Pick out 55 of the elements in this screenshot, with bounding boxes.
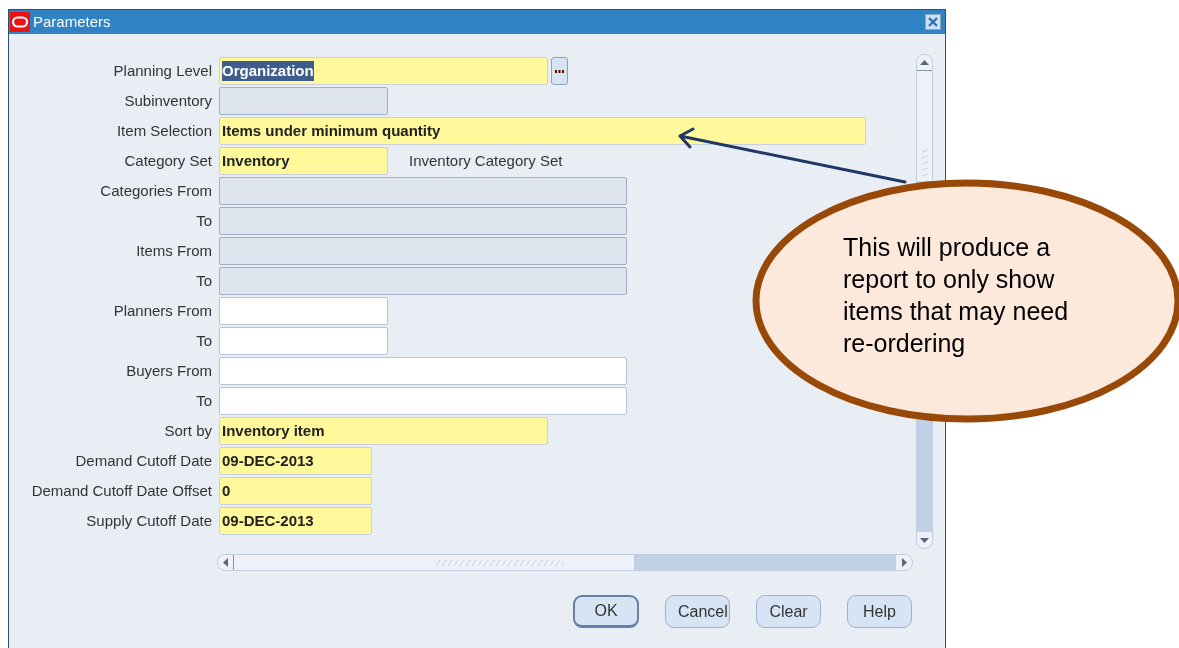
field-value: 09-DEC-2013 — [222, 451, 314, 471]
close-button[interactable] — [925, 14, 941, 30]
field-label: Items From — [135, 240, 213, 261]
grip-icon — [919, 149, 930, 179]
field-label: To — [195, 270, 213, 291]
input-field[interactable] — [219, 387, 627, 415]
field-label: Sort by — [163, 420, 213, 441]
input-field[interactable]: 0 — [219, 477, 372, 505]
field-value: 0 — [222, 481, 231, 501]
input-field[interactable]: 09-DEC-2013 — [219, 447, 372, 475]
field-value: Inventory — [222, 151, 290, 171]
field-label: Categories From — [99, 180, 213, 201]
input-field[interactable]: Inventory — [219, 147, 388, 175]
dialog-button[interactable]: Help — [847, 595, 912, 628]
dialog-button[interactable]: Cancel — [665, 595, 730, 628]
dialog-button[interactable]: OK — [573, 595, 639, 628]
field-label: To — [195, 330, 213, 351]
ellipsis-icon — [555, 69, 564, 73]
scroll-down-icon — [920, 537, 929, 543]
field-value: Items under minimum quantity — [222, 121, 441, 141]
input-field[interactable] — [219, 357, 627, 385]
input-field[interactable] — [219, 327, 388, 355]
field-label: Planners From — [112, 300, 213, 321]
scroll-up-icon — [920, 60, 929, 65]
scrollbar-thumb[interactable] — [234, 555, 634, 570]
app-logo-icon — [10, 12, 30, 32]
input-field[interactable]: Inventory item — [219, 417, 548, 445]
field-label: To — [195, 210, 213, 231]
grip-icon — [434, 558, 564, 567]
dialog-button[interactable]: Clear — [756, 595, 821, 628]
input-field[interactable]: Items under minimum quantity — [219, 117, 866, 145]
horizontal-scrollbar[interactable] — [217, 554, 913, 571]
field-value: 09-DEC-2013 — [222, 511, 314, 531]
field-label: To — [195, 390, 213, 411]
scroll-right-icon — [901, 558, 907, 567]
input-field[interactable] — [219, 297, 388, 325]
close-icon — [928, 17, 938, 27]
field-description: Inventory Category Set — [409, 150, 563, 171]
field-value: Organization — [222, 61, 314, 81]
field-label: Buyers From — [125, 360, 213, 381]
field-label: Item Selection — [115, 120, 213, 141]
field-label: Demand Cutoff Date Offset — [30, 480, 213, 501]
list-of-values-button[interactable] — [551, 57, 568, 85]
input-field[interactable]: 09-DEC-2013 — [219, 507, 372, 535]
field-label: Planning Level — [112, 60, 213, 81]
input-field[interactable]: Organization — [219, 57, 548, 85]
field-label: Supply Cutoff Date — [85, 510, 213, 531]
field-label: Demand Cutoff Date — [74, 450, 213, 471]
scroll-left-icon — [223, 558, 228, 567]
field-label: Category Set — [123, 150, 213, 171]
field-label: Subinventory — [123, 90, 213, 111]
field-value: Inventory item — [222, 421, 325, 441]
scrollbar-thumb[interactable] — [917, 71, 932, 181]
window-title: Parameters — [33, 11, 111, 32]
callout-text: This will produce a report to only show items that may need re-ordering — [843, 232, 1070, 359]
